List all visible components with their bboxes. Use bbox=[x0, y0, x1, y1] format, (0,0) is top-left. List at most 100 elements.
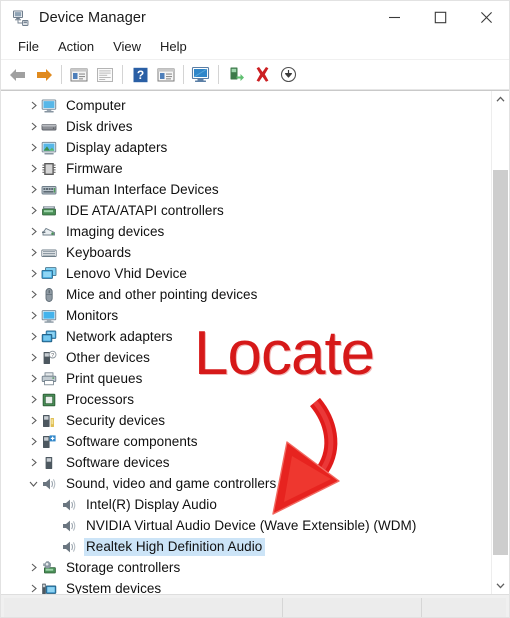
chevron-right-icon[interactable] bbox=[26, 368, 41, 389]
tree-row-processors[interactable]: Processors bbox=[1, 389, 492, 410]
hid-icon bbox=[41, 182, 57, 198]
tree-row-human-interface-devices[interactable]: Human Interface Devices bbox=[1, 179, 492, 200]
tree-label: System devices bbox=[66, 580, 162, 595]
maximize-button[interactable] bbox=[417, 1, 463, 34]
device-manager-icon bbox=[12, 9, 30, 27]
tree-label: IDE ATA/ATAPI controllers bbox=[66, 202, 224, 218]
uninstall-device-button[interactable] bbox=[249, 62, 275, 87]
menu-item-view[interactable]: View bbox=[104, 37, 151, 57]
chevron-right-icon[interactable] bbox=[26, 137, 41, 158]
tree-label: Monitors bbox=[66, 307, 119, 323]
other-device-icon: ? bbox=[41, 350, 57, 366]
tree-row-sound-video-game-controllers[interactable]: Sound, video and game controllers bbox=[1, 473, 492, 494]
chevron-right-icon[interactable] bbox=[26, 305, 41, 326]
status-pane-2 bbox=[283, 598, 422, 617]
forward-button[interactable] bbox=[31, 62, 57, 87]
chevron-right-icon[interactable] bbox=[26, 326, 41, 347]
tree-row-firmware[interactable]: Firmware bbox=[1, 158, 492, 179]
tree-label: Keyboards bbox=[66, 244, 131, 260]
tree-row-software-components[interactable]: Software components bbox=[1, 431, 492, 452]
tree-label: Human Interface Devices bbox=[66, 181, 219, 197]
menu-item-help[interactable]: Help bbox=[151, 37, 197, 57]
chevron-right-icon[interactable] bbox=[26, 347, 41, 368]
minimize-button[interactable] bbox=[371, 1, 417, 34]
properties-button[interactable] bbox=[66, 62, 92, 87]
toolbar-separator bbox=[218, 65, 219, 84]
scan-hardware-changes-button[interactable] bbox=[188, 62, 214, 87]
title-bar: Device Manager bbox=[1, 1, 509, 34]
enable-device-icon bbox=[230, 67, 244, 81]
back-icon bbox=[10, 68, 25, 81]
vertical-scrollbar[interactable] bbox=[491, 91, 509, 594]
chevron-right-icon[interactable] bbox=[26, 557, 41, 578]
scroll-up-button[interactable] bbox=[492, 91, 509, 108]
tree-row-imaging-devices[interactable]: Imaging devices bbox=[1, 221, 492, 242]
window-controls bbox=[371, 1, 509, 34]
locate-annotation-text: Locate bbox=[194, 319, 375, 388]
enable-device-button[interactable] bbox=[223, 62, 249, 87]
back-button[interactable] bbox=[5, 62, 31, 87]
sound-controller-icon bbox=[41, 476, 57, 492]
window-title: Device Manager bbox=[39, 9, 146, 26]
chevron-right-icon[interactable] bbox=[26, 116, 41, 137]
chevron-right-icon[interactable] bbox=[26, 284, 41, 305]
display-adapter-icon bbox=[41, 140, 57, 156]
chevron-right-icon[interactable] bbox=[26, 578, 41, 594]
tree-row-intel-display-audio[interactable]: Intel(R) Display Audio bbox=[1, 494, 492, 515]
show-hidden-devices-button[interactable] bbox=[92, 62, 118, 87]
tree-row-keyboards[interactable]: Keyboards bbox=[1, 242, 492, 263]
svg-text:?: ? bbox=[136, 68, 143, 82]
chevron-right-icon[interactable] bbox=[26, 158, 41, 179]
status-pane-3 bbox=[422, 598, 506, 617]
disable-device-icon bbox=[280, 66, 296, 83]
tree-row-nvidia-virtual-audio-device[interactable]: NVIDIA Virtual Audio Device (Wave Extens… bbox=[1, 515, 492, 536]
chevron-right-icon[interactable] bbox=[26, 179, 41, 200]
help-button[interactable]: ? bbox=[127, 62, 153, 87]
menu-item-action[interactable]: Action bbox=[49, 37, 104, 57]
tree-row-lenovo-vhid-device[interactable]: Lenovo Vhid Device bbox=[1, 263, 492, 284]
scrollbar-track[interactable] bbox=[492, 108, 509, 577]
chevron-right-icon[interactable] bbox=[26, 263, 41, 284]
status-pane-1 bbox=[4, 598, 283, 617]
scrollbar-thumb[interactable] bbox=[493, 170, 508, 555]
tree-label: Security devices bbox=[66, 412, 166, 428]
tree-row-security-devices[interactable]: Security devices bbox=[1, 410, 492, 431]
tree-row-system-devices[interactable]: System devices bbox=[1, 578, 492, 594]
tree-label: Realtek High Definition Audio bbox=[84, 537, 266, 556]
menu-item-file[interactable]: File bbox=[9, 37, 49, 57]
forward-icon bbox=[37, 68, 52, 81]
chevron-right-icon[interactable] bbox=[26, 221, 41, 242]
tree-row-mice-and-pointing-devices[interactable]: Mice and other pointing devices bbox=[1, 284, 492, 305]
chevron-right-icon[interactable] bbox=[26, 410, 41, 431]
disable-device-button[interactable] bbox=[275, 62, 301, 87]
ide-controller-icon bbox=[41, 203, 57, 219]
update-driver-button[interactable] bbox=[153, 62, 179, 87]
audio-device-icon bbox=[61, 518, 77, 534]
scroll-down-button[interactable] bbox=[492, 577, 509, 594]
tree-row-computer[interactable]: Computer bbox=[1, 95, 492, 116]
tree-row-storage-controllers[interactable]: Storage controllers bbox=[1, 557, 492, 578]
chevron-right-icon[interactable] bbox=[26, 389, 41, 410]
software-component-icon bbox=[41, 434, 57, 450]
tree-label: Software components bbox=[66, 433, 198, 449]
chevron-right-icon[interactable] bbox=[26, 200, 41, 221]
tree-row-display-adapters[interactable]: Display adapters bbox=[1, 137, 492, 158]
tree-row-ide-controllers[interactable]: IDE ATA/ATAPI controllers bbox=[1, 200, 492, 221]
uninstall-device-icon bbox=[256, 67, 268, 82]
tree-row-disk-drives[interactable]: Disk drives bbox=[1, 116, 492, 137]
menu-bar: File Action View Help bbox=[1, 34, 509, 60]
chevron-right-icon[interactable] bbox=[26, 452, 41, 473]
chevron-right-icon[interactable] bbox=[26, 431, 41, 452]
tree-label: Firmware bbox=[66, 160, 123, 176]
close-button[interactable] bbox=[463, 1, 509, 34]
tree-label: Computer bbox=[66, 97, 126, 113]
toolbar: ? bbox=[1, 60, 509, 90]
tree-row-software-devices[interactable]: Software devices bbox=[1, 452, 492, 473]
toolbar-separator bbox=[61, 65, 62, 84]
software-device-icon bbox=[41, 455, 57, 471]
chevron-right-icon[interactable] bbox=[26, 242, 41, 263]
update-driver-icon bbox=[157, 68, 175, 81]
chevron-down-icon[interactable] bbox=[26, 473, 41, 494]
tree-row-realtek-high-definition-audio[interactable]: Realtek High Definition Audio bbox=[1, 536, 492, 557]
chevron-right-icon[interactable] bbox=[26, 95, 41, 116]
